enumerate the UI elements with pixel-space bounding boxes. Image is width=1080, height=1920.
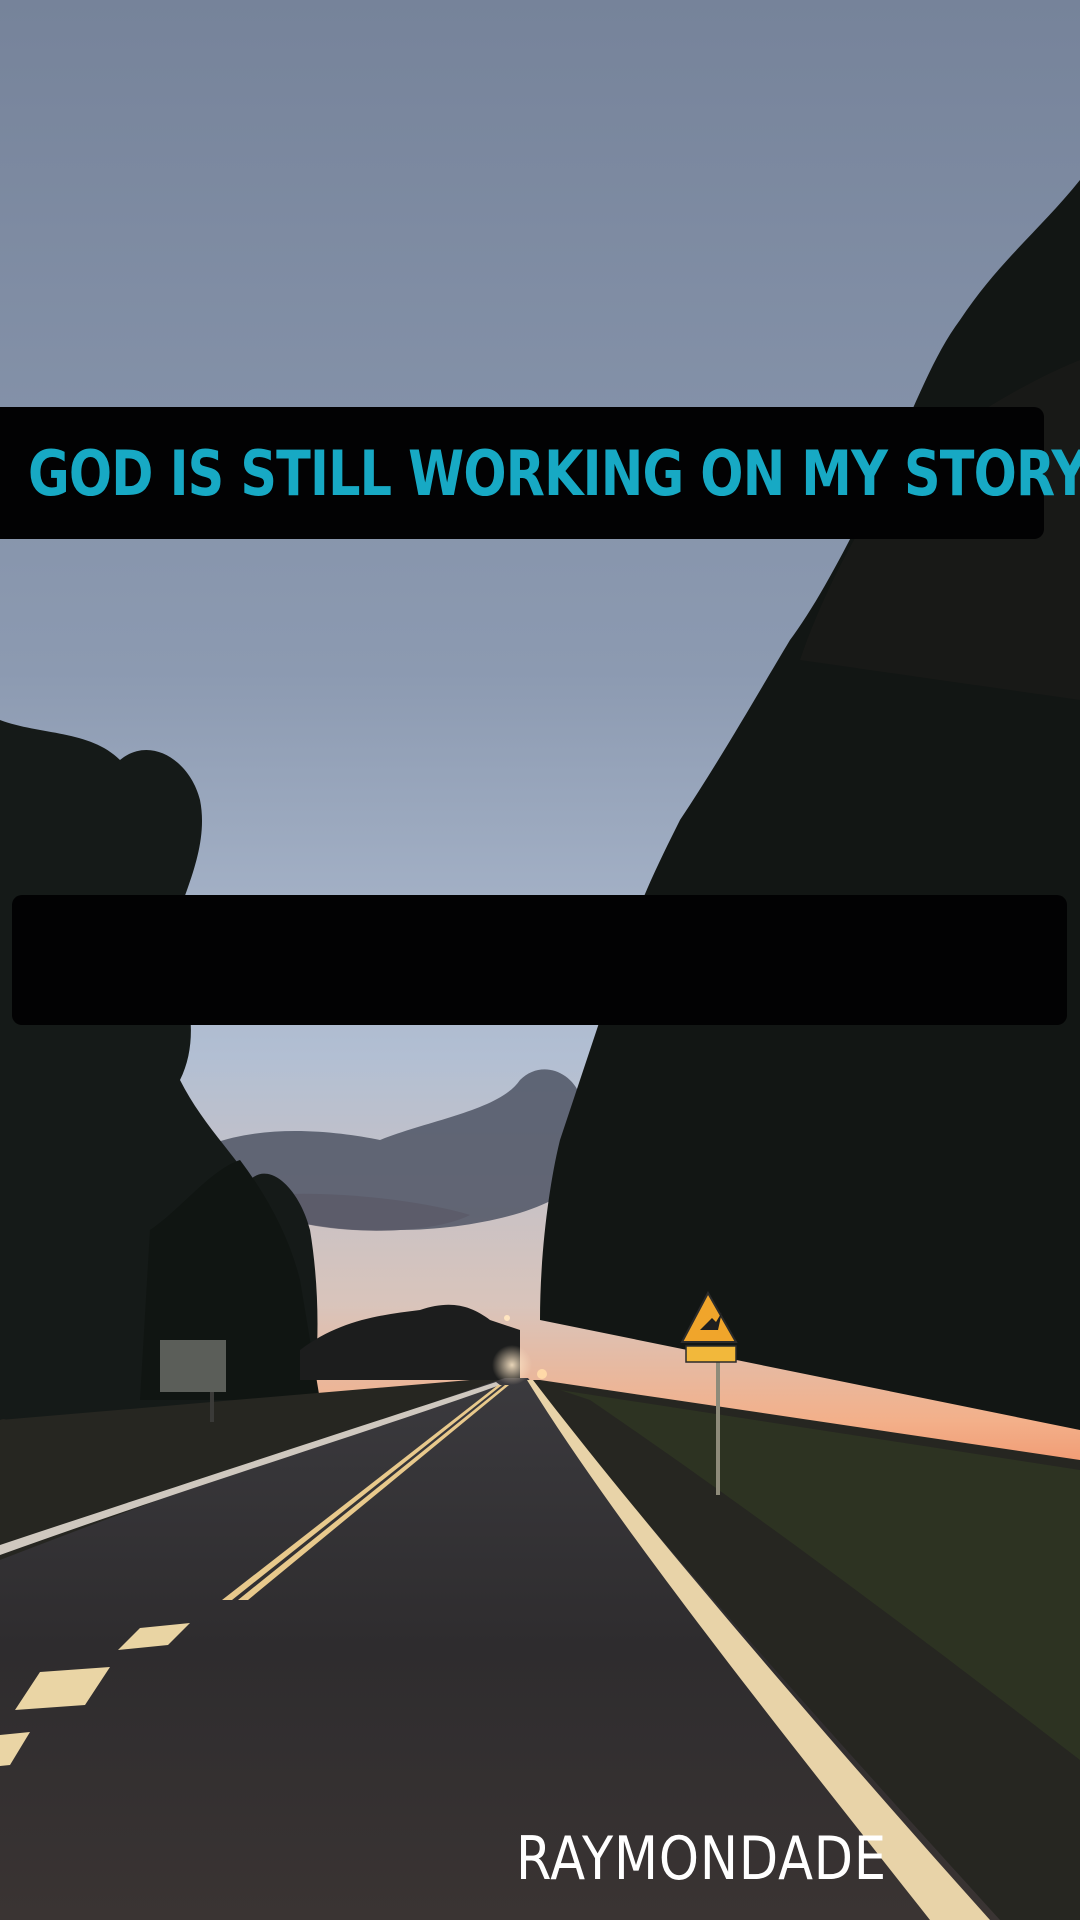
- redaction-bar: [12, 895, 1067, 1025]
- story-frame: GOD IS STILL WORKING ON MY STORY RAYMOND…: [0, 0, 1080, 1920]
- creator-watermark: RAYMONDADE: [516, 1824, 888, 1894]
- caption-text: GOD IS STILL WORKING ON MY STORY: [28, 436, 1080, 510]
- caption-banner: GOD IS STILL WORKING ON MY STORY: [0, 407, 1080, 539]
